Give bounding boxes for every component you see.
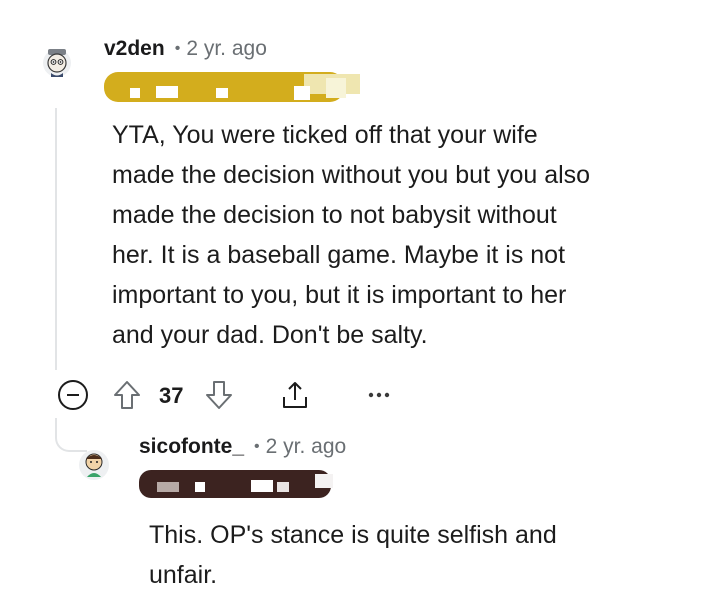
collapse-button[interactable]: [55, 377, 91, 413]
username[interactable]: v2den: [104, 37, 165, 61]
vote-count: 37: [159, 383, 184, 408]
avatar-icon: [43, 49, 71, 77]
censor-block: [251, 480, 273, 492]
share-button[interactable]: [277, 377, 313, 413]
censor-block: [216, 88, 228, 98]
comment-line: her. It is a baseball game. Maybe it is …: [112, 241, 566, 269]
collapse-icon: [58, 380, 88, 410]
censor-block: [326, 78, 346, 98]
reply-user-flair: [139, 466, 339, 500]
censor-block: [157, 482, 179, 492]
timestamp[interactable]: 2 yr. ago: [186, 37, 267, 61]
user-flair: [104, 70, 362, 106]
reply-line: unfair.: [149, 561, 218, 589]
comment-line: made the decision without you but you al…: [112, 161, 591, 189]
upvote-button[interactable]: [110, 377, 144, 413]
reply-header: sicofonte_ • 2 yr. ago: [139, 433, 346, 461]
reply-line: This. OP's stance is quite selfish and: [149, 521, 557, 549]
downvote-button[interactable]: [202, 377, 236, 413]
meta-separator: •: [174, 40, 181, 57]
reply-username[interactable]: sicofonte_: [139, 435, 244, 459]
comment-body: YTA, You were ticked off that your wife …: [112, 115, 712, 355]
censor-block: [130, 88, 140, 98]
avatar-icon: [79, 450, 109, 480]
reply-body: This. OP's stance is quite selfish and u…: [149, 515, 709, 595]
censor-block: [195, 482, 205, 492]
censor-block: [277, 482, 289, 492]
comment-line: made the decision to not babysit without: [112, 201, 557, 229]
thread-line: [55, 108, 57, 370]
comment-line: YTA, You were ticked off that your wife: [112, 121, 538, 149]
reply-timestamp[interactable]: 2 yr. ago: [266, 435, 347, 459]
upvote-icon: [114, 381, 140, 409]
more-options-button[interactable]: [362, 385, 396, 405]
downvote-icon: [206, 381, 232, 409]
comment-line: important to you, but it is important to…: [112, 281, 567, 309]
censor-block: [294, 86, 310, 100]
meta-separator: •: [254, 438, 260, 455]
share-icon: [283, 382, 307, 408]
censor-block: [315, 474, 333, 488]
thread-connector: [55, 418, 87, 452]
censor-block: [156, 86, 178, 98]
comment-header: v2den • 2 yr. ago: [104, 35, 267, 63]
more-icon: [368, 392, 390, 398]
comment-line: and your dad. Don't be salty.: [112, 321, 428, 349]
user-avatar[interactable]: [40, 44, 74, 80]
reply-user-avatar[interactable]: [78, 449, 110, 481]
